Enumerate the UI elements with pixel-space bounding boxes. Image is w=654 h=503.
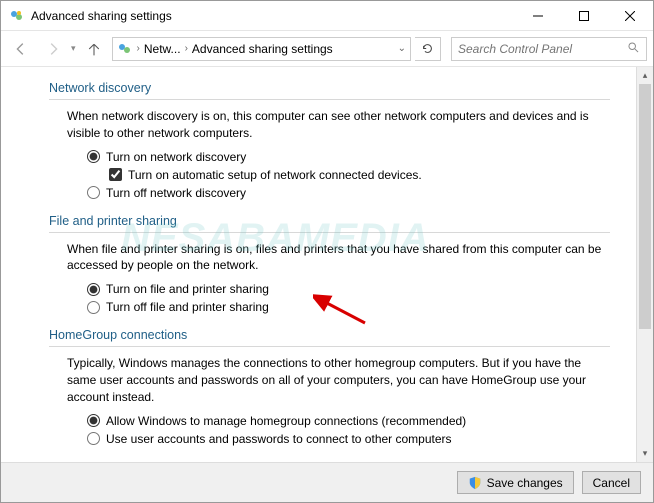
search-box[interactable] — [451, 37, 647, 61]
radio-homegroup-user[interactable]: Use user accounts and passwords to conne… — [87, 432, 610, 446]
footer: Save changes Cancel — [1, 462, 653, 502]
checkbox-auto-setup[interactable]: Turn on automatic setup of network conne… — [109, 168, 610, 182]
divider — [49, 346, 610, 347]
divider — [49, 99, 610, 100]
up-button[interactable] — [80, 37, 108, 61]
titlebar: Advanced sharing settings — [1, 1, 653, 31]
section-title-network-discovery: Network discovery — [49, 81, 610, 95]
address-bar[interactable]: › Netw... › Advanced sharing settings ⌄ — [112, 37, 411, 61]
back-button[interactable] — [7, 37, 35, 61]
scroll-up-icon[interactable]: ▴ — [637, 67, 653, 84]
section-desc: When network discovery is on, this compu… — [67, 108, 610, 142]
forward-button[interactable] — [39, 37, 67, 61]
refresh-button[interactable] — [415, 37, 441, 61]
window-title: Advanced sharing settings — [31, 9, 515, 23]
section-desc: Typically, Windows manages the connectio… — [67, 355, 610, 405]
close-button[interactable] — [607, 1, 653, 30]
radio-homegroup-allow[interactable]: Allow Windows to manage homegroup connec… — [87, 414, 610, 428]
save-changes-button[interactable]: Save changes — [457, 471, 574, 494]
minimize-button[interactable] — [515, 1, 561, 30]
control-panel-icon — [117, 41, 133, 57]
chevron-right-icon: › — [137, 43, 140, 54]
scroll-track[interactable] — [637, 84, 653, 445]
search-icon[interactable] — [627, 41, 640, 57]
radio-network-discovery-on[interactable]: Turn on network discovery — [87, 150, 610, 164]
radio-network-discovery-off[interactable]: Turn off network discovery — [87, 186, 610, 200]
vertical-scrollbar[interactable]: ▴ ▾ — [636, 67, 653, 462]
section-desc: When file and printer sharing is on, fil… — [67, 241, 610, 275]
shield-icon — [468, 476, 482, 490]
search-input[interactable] — [458, 42, 627, 56]
divider — [49, 232, 610, 233]
content-area: Network discovery When network discovery… — [1, 67, 636, 462]
window-controls — [515, 1, 653, 30]
history-dropdown[interactable]: ▾ — [71, 43, 76, 54]
navbar: ▾ › Netw... › Advanced sharing settings … — [1, 31, 653, 67]
radio-file-printer-on[interactable]: Turn on file and printer sharing — [87, 282, 610, 296]
cancel-button[interactable]: Cancel — [582, 471, 641, 494]
chevron-right-icon: › — [185, 43, 188, 54]
scroll-thumb[interactable] — [639, 84, 651, 329]
section-title-homegroup: HomeGroup connections — [49, 328, 610, 342]
chevron-down-icon[interactable]: ⌄ — [398, 43, 406, 54]
section-title-file-printer: File and printer sharing — [49, 214, 610, 228]
control-panel-icon — [9, 8, 25, 24]
radio-file-printer-off[interactable]: Turn off file and printer sharing — [87, 300, 610, 314]
breadcrumb-item[interactable]: Netw... — [144, 42, 181, 56]
maximize-button[interactable] — [561, 1, 607, 30]
breadcrumb-item[interactable]: Advanced sharing settings — [192, 42, 333, 56]
scroll-down-icon[interactable]: ▾ — [637, 445, 653, 462]
